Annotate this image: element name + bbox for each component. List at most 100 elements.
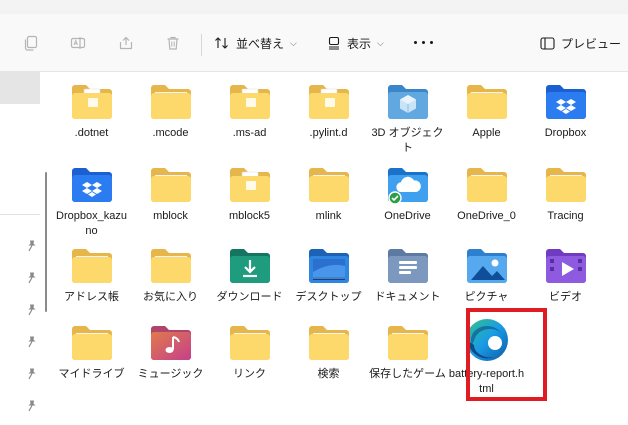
file-item[interactable]: .mcode: [131, 72, 210, 150]
file-name-label: Dropbox: [544, 127, 587, 139]
folder-music-icon: [149, 323, 193, 363]
view-label: 表示: [347, 36, 372, 51]
file-item[interactable]: mblock5: [210, 155, 289, 233]
file-item[interactable]: .pylint.d: [289, 72, 368, 150]
folder-icon: [149, 165, 193, 205]
nav-selected-item[interactable]: [0, 72, 40, 104]
rename-icon[interactable]: [63, 28, 93, 58]
folder-doc-icon: [70, 82, 114, 122]
file-name-label: 保存したゲーム: [369, 368, 446, 380]
file-item[interactable]: .dotnet: [52, 72, 131, 150]
edge-html-file-icon: [462, 317, 512, 363]
file-name-label: ドキュメント: [374, 291, 441, 303]
file-item[interactable]: デスクトップ: [289, 236, 368, 314]
delete-icon[interactable]: [158, 28, 188, 58]
pin-icon: [26, 303, 38, 317]
file-name-label: ミュージック: [137, 368, 204, 380]
file-name-label: .mcode: [152, 127, 189, 139]
file-item[interactable]: OneDrive_0: [447, 155, 526, 233]
folder-icon: [228, 323, 272, 363]
pin-icon: [26, 399, 38, 413]
file-item[interactable]: Apple: [447, 72, 526, 150]
file-name-label: リンク: [233, 368, 266, 380]
copy-icon[interactable]: [16, 28, 46, 58]
sort-icon: [214, 36, 230, 50]
scrollbar-thumb[interactable]: [45, 172, 47, 312]
file-name-label: mblock5: [229, 210, 270, 222]
preview-label: プレビュー: [561, 36, 622, 51]
view-icon: [327, 36, 341, 50]
file-item[interactable]: お気に入り: [131, 236, 210, 314]
file-name-label: Dropbox_kazuno: [56, 210, 127, 237]
file-name-label: .pylint.d: [309, 127, 348, 139]
file-item[interactable]: battery-report.html: [447, 313, 526, 395]
file-item[interactable]: リンク: [210, 313, 289, 391]
file-item[interactable]: ミュージック: [131, 313, 210, 391]
file-name-label: mblock: [153, 210, 188, 222]
sort-button[interactable]: 並べ替え ⌵: [214, 28, 297, 58]
file-name-label: アドレス帳: [64, 291, 119, 303]
file-item[interactable]: マイドライブ: [52, 313, 131, 391]
file-name-label: Tracing: [547, 210, 584, 222]
folder-3d-icon: [386, 82, 430, 122]
view-button[interactable]: 表示 ⌵: [327, 28, 384, 58]
file-name-label: OneDrive: [384, 210, 431, 222]
sort-label: 並べ替え: [236, 36, 285, 51]
chevron-down-icon: ⌵: [290, 37, 297, 48]
file-name-label: 3D オブジェクト: [371, 127, 444, 154]
folder-icon: [70, 323, 114, 363]
preview-pane-button[interactable]: プレビュー: [540, 28, 621, 58]
file-item[interactable]: ピクチャ: [447, 236, 526, 314]
file-name-label: mlink: [315, 210, 342, 222]
folder-onedrive-icon: [386, 165, 430, 205]
folder-icon: [70, 246, 114, 286]
file-name-label: battery-report.html: [448, 368, 525, 395]
file-item[interactable]: 3D オブジェクト: [368, 72, 447, 154]
file-item[interactable]: Tracing: [526, 155, 605, 233]
folder-dropbox-icon: [70, 165, 114, 205]
file-name-label: .dotnet: [74, 127, 109, 139]
nav-divider: [0, 214, 40, 215]
folder-icon: [544, 165, 588, 205]
folder-icon: [307, 323, 351, 363]
file-item[interactable]: Dropbox: [526, 72, 605, 150]
file-item[interactable]: .ms-ad: [210, 72, 289, 150]
file-name-label: 検索: [317, 368, 340, 380]
file-item[interactable]: 保存したゲーム: [368, 313, 447, 391]
file-name-label: ビデオ: [549, 291, 582, 303]
file-name-label: デスクトップ: [295, 291, 362, 303]
file-item[interactable]: OneDrive: [368, 155, 447, 233]
nav-scrollbar[interactable]: [45, 72, 49, 425]
file-item[interactable]: ダウンロード: [210, 236, 289, 314]
file-name-label: ピクチャ: [464, 291, 509, 303]
file-item[interactable]: 検索: [289, 313, 368, 391]
command-bar: 並べ替え ⌵ 表示 ⌵ プレビュー: [0, 14, 628, 72]
file-item[interactable]: Dropbox_kazuno: [52, 155, 131, 237]
file-name-label: OneDrive_0: [457, 210, 516, 222]
pin-icon: [26, 271, 38, 285]
chevron-down-icon: ⌵: [377, 37, 384, 48]
file-explorer-window: 並べ替え ⌵ 表示 ⌵ プレビュー .dotnet .mcode .ms-ad .py…: [0, 0, 628, 425]
pin-icon: [26, 367, 38, 381]
folder-icon: [307, 165, 351, 205]
file-item[interactable]: mlink: [289, 155, 368, 233]
folder-doc-icon: [228, 82, 272, 122]
folder-icon: [386, 323, 430, 363]
file-name-label: Apple: [472, 127, 501, 139]
folder-documents-icon: [386, 246, 430, 286]
file-item[interactable]: mblock: [131, 155, 210, 233]
file-item[interactable]: ドキュメント: [368, 236, 447, 314]
folder-icon: [465, 165, 509, 205]
folder-icon: [149, 82, 193, 122]
more-options-icon[interactable]: [412, 32, 436, 52]
folder-icon: [149, 246, 193, 286]
folder-downloads-icon: [228, 246, 272, 286]
file-item[interactable]: アドレス帳: [52, 236, 131, 314]
folder-videos-icon: [544, 246, 588, 286]
file-item[interactable]: ビデオ: [526, 236, 605, 314]
share-icon[interactable]: [111, 28, 141, 58]
folder-icon: [465, 82, 509, 122]
file-name-label: お気に入り: [143, 291, 198, 303]
folder-pictures-icon: [465, 246, 509, 286]
pin-icon: [26, 239, 38, 253]
